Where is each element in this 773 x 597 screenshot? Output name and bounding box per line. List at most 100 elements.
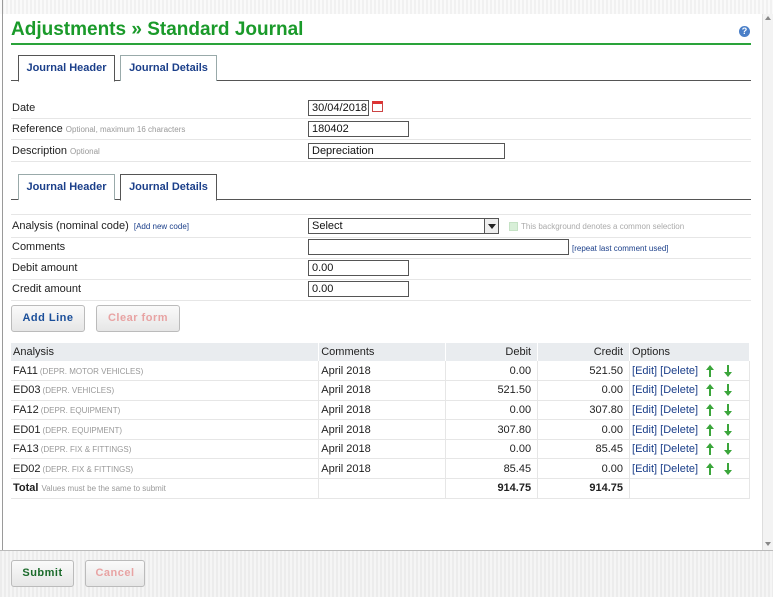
move-up-icon[interactable] xyxy=(705,423,716,436)
row-desc: (DEPR. VEHICLES) xyxy=(42,386,115,396)
credit-label: Credit amount xyxy=(12,283,82,295)
cell-credit: 0.00 xyxy=(537,380,631,401)
move-down-icon[interactable] xyxy=(723,384,734,397)
common-selection-swatch xyxy=(509,222,518,231)
edit-link[interactable]: [Edit] xyxy=(632,443,657,455)
edit-link[interactable]: [Edit] xyxy=(632,424,657,436)
top-band xyxy=(0,0,773,14)
cell-credit: 307.80 xyxy=(537,400,631,421)
row-code: FA13 xyxy=(13,443,39,456)
repeat-comment-link[interactable]: [repeat last comment used] xyxy=(572,244,669,253)
description-field[interactable]: Depreciation xyxy=(308,143,505,159)
col-comments: Comments xyxy=(318,343,447,361)
analysis-label-text: Analysis (nominal code) xyxy=(12,220,129,232)
cell-comment: April 2018 xyxy=(318,458,447,480)
cell-comment: April 2018 xyxy=(318,380,447,401)
vertical-scrollbar[interactable] xyxy=(762,14,773,550)
common-selection-note: This background denotes a common selecti… xyxy=(521,222,685,231)
chevron-down-icon[interactable] xyxy=(484,219,498,233)
edit-link[interactable]: [Edit] xyxy=(632,404,657,416)
debit-field[interactable]: 0.00 xyxy=(308,260,409,276)
move-up-icon[interactable] xyxy=(705,443,716,456)
row-code: FA11 xyxy=(13,364,38,377)
date-field[interactable]: 30/04/2018 xyxy=(308,100,369,116)
cell-credit: 0.00 xyxy=(537,458,631,480)
page-title: Adjustments » Standard Journal xyxy=(11,19,304,40)
delete-link[interactable]: [Delete] xyxy=(660,443,698,455)
credit-field[interactable]: 0.00 xyxy=(308,281,409,297)
total-debit: 914.75 xyxy=(445,478,539,499)
tab-journal-header[interactable]: Journal Header xyxy=(18,55,115,82)
total-label-cell: Total Values must be the same to submit xyxy=(11,478,320,499)
total-row: Total Values must be the same to submit 9… xyxy=(11,478,750,499)
move-down-icon[interactable] xyxy=(723,462,734,475)
total-hint: Values must be the same to submit xyxy=(41,484,166,494)
divider xyxy=(11,118,751,119)
cell-credit: 0.00 xyxy=(537,419,631,440)
reference-field[interactable]: 180402 xyxy=(308,121,409,137)
row-code: ED03 xyxy=(13,384,41,397)
move-up-icon[interactable] xyxy=(705,404,716,417)
col-analysis: Analysis xyxy=(11,343,320,361)
scroll-up-icon[interactable] xyxy=(765,16,771,20)
col-credit: Credit xyxy=(537,343,631,361)
move-down-icon[interactable] xyxy=(723,364,734,377)
footer-bar: Submit Cancel xyxy=(0,550,773,597)
clear-form-button[interactable]: Clear form xyxy=(96,305,180,332)
table-header-row: Analysis Comments Debit Credit Options xyxy=(11,343,750,361)
move-down-icon[interactable] xyxy=(723,423,734,436)
move-down-icon[interactable] xyxy=(723,404,734,417)
move-up-icon[interactable] xyxy=(705,462,716,475)
debit-label: Debit amount xyxy=(12,262,78,274)
scroll-down-icon[interactable] xyxy=(765,542,771,546)
delete-link[interactable]: [Delete] xyxy=(660,384,698,396)
row-desc: (DEPR. FIX & FITTINGS) xyxy=(40,445,132,455)
move-up-icon[interactable] xyxy=(705,364,716,377)
edit-link[interactable]: [Edit] xyxy=(632,463,657,475)
move-down-icon[interactable] xyxy=(723,443,734,456)
row-desc: (DEPR. EQUIPMENT) xyxy=(42,425,123,435)
table-row: ED02 (DEPR. FIX & FITTINGS) April 2018 85… xyxy=(11,458,750,480)
delete-link[interactable]: [Delete] xyxy=(660,404,698,416)
delete-link[interactable]: [Delete] xyxy=(660,424,698,436)
journal-lines-table: Analysis Comments Debit Credit Options F… xyxy=(11,343,750,499)
tab-journal-details[interactable]: Journal Details xyxy=(120,55,217,81)
divider xyxy=(11,161,751,162)
delete-link[interactable]: [Delete] xyxy=(660,365,698,377)
cell-options: [Edit] [Delete] xyxy=(629,458,750,480)
cell-analysis: ED01 (DEPR. EQUIPMENT) xyxy=(11,419,320,440)
table-row: FA12 (DEPR. EQUIPMENT) April 2018 0.00 30… xyxy=(11,400,750,421)
edit-link[interactable]: [Edit] xyxy=(632,365,657,377)
total-credit: 914.75 xyxy=(537,478,631,499)
cell-analysis: FA11 (DEPR. MOTOR VEHICLES) xyxy=(11,361,320,382)
tab-journal-details[interactable]: Journal Details xyxy=(120,174,217,201)
tab-journal-header[interactable]: Journal Header xyxy=(18,174,115,200)
analysis-select[interactable]: Select xyxy=(308,218,499,234)
cell-options: [Edit] [Delete] xyxy=(629,361,750,382)
tabs-mid: Journal Header Journal Details xyxy=(11,174,751,201)
app-frame: Adjustments » Standard Journal ? Journal… xyxy=(0,0,773,597)
cell-comment: April 2018 xyxy=(318,439,447,460)
delete-link[interactable]: [Delete] xyxy=(660,463,698,475)
add-new-code-link[interactable]: [Add new code] xyxy=(134,222,189,231)
cell-debit: 0.00 xyxy=(445,361,539,382)
total-label: Total xyxy=(13,482,39,495)
reference-label-text: Reference xyxy=(12,123,63,135)
total-comment-cell xyxy=(318,478,447,499)
add-line-button[interactable]: Add Line xyxy=(11,305,85,332)
analysis-select-value: Select xyxy=(312,220,343,232)
divider xyxy=(11,279,751,280)
cell-analysis: FA12 (DEPR. EQUIPMENT) xyxy=(11,400,320,421)
move-up-icon[interactable] xyxy=(705,384,716,397)
cell-comment: April 2018 xyxy=(318,361,447,382)
left-border xyxy=(2,0,3,550)
submit-button[interactable]: Submit xyxy=(11,560,74,587)
date-label: Date xyxy=(12,102,36,114)
cancel-button[interactable]: Cancel xyxy=(85,560,145,587)
description-label: Description Optional xyxy=(12,145,100,157)
help-icon[interactable]: ? xyxy=(739,26,750,37)
edit-link[interactable]: [Edit] xyxy=(632,384,657,396)
description-hint: Optional xyxy=(70,147,100,156)
comments-field[interactable] xyxy=(308,239,569,255)
calendar-icon[interactable] xyxy=(372,101,383,112)
